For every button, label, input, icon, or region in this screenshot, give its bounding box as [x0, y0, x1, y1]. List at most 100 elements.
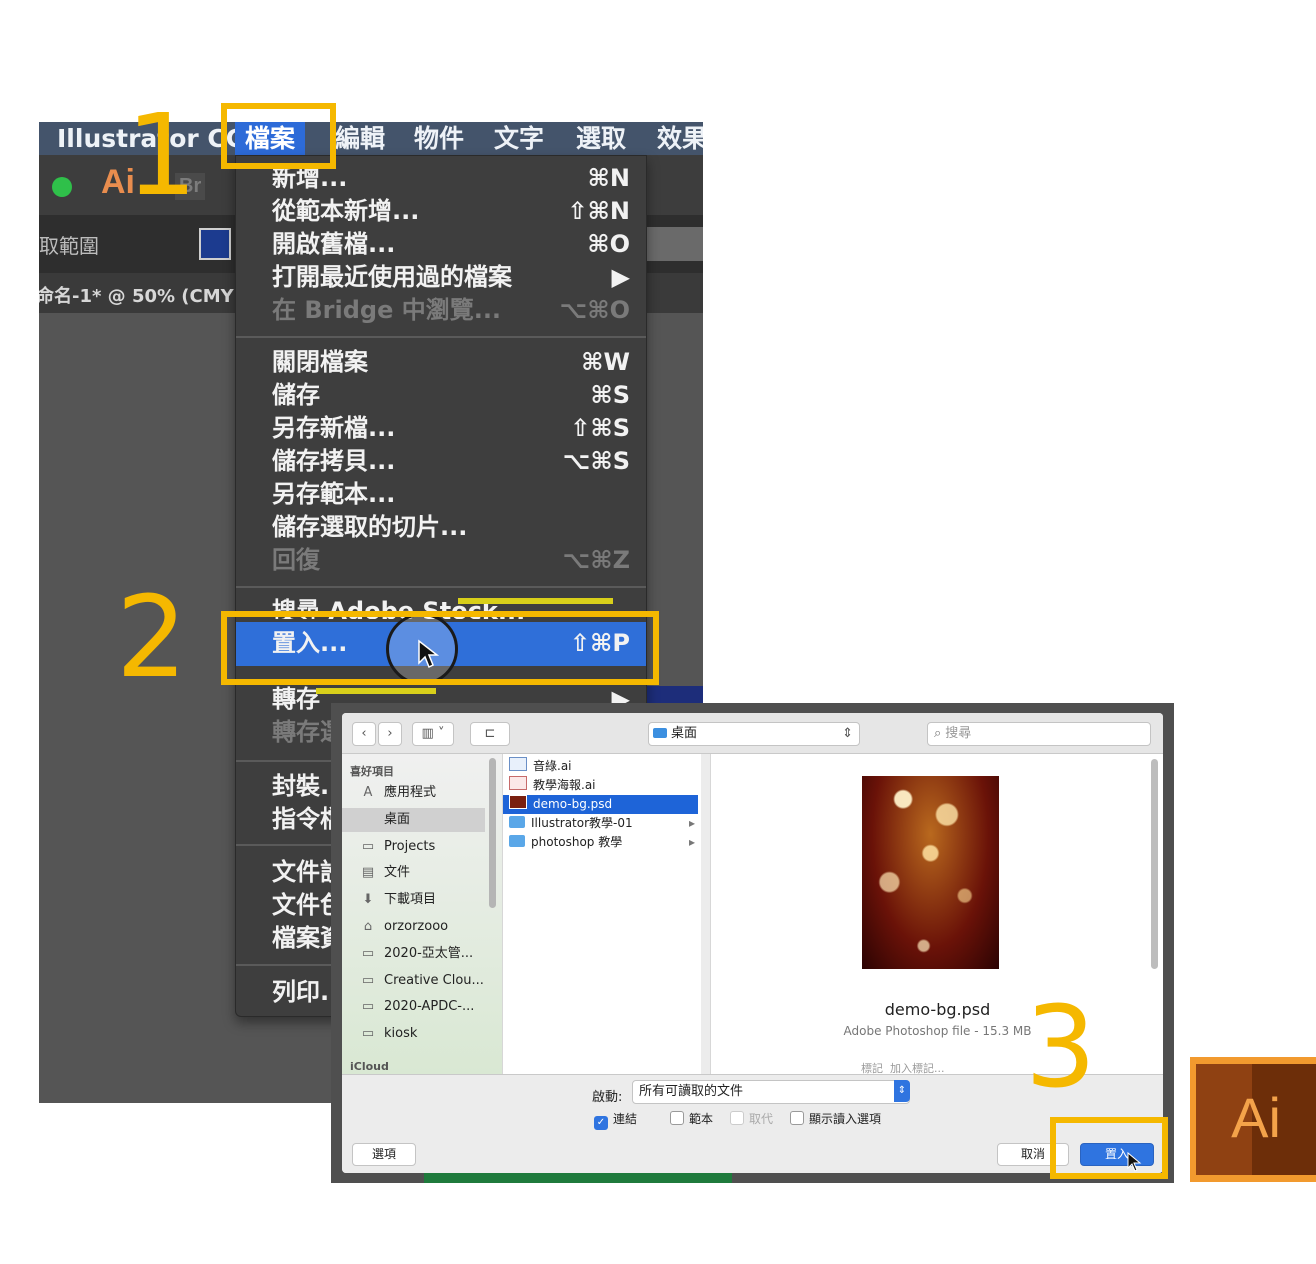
stepper-icon: ⇕: [894, 1080, 910, 1102]
menu-item-label: 在 Bridge 中瀏覽...: [272, 296, 502, 324]
file-item-selected[interactable]: demo-bg.psd: [503, 795, 698, 814]
sidebar-item-downloads[interactable]: ⬇ 下載項目: [358, 888, 488, 912]
menu-item-label: 儲存拷貝...: [272, 447, 396, 475]
sidebar-item-label: 下載項目: [384, 892, 437, 907]
control-field[interactable]: [645, 227, 703, 261]
shortcut: ⌥⌘S: [562, 447, 630, 475]
shortcut: ⌘W: [581, 348, 630, 376]
location-value: 桌面: [671, 726, 698, 741]
checkbox-template[interactable]: 範本: [670, 1110, 713, 1127]
folder-icon: ▭: [361, 839, 375, 854]
menu-separator: [236, 586, 646, 588]
menu-item-save-template[interactable]: 另存範本...: [272, 478, 634, 511]
new-folder-button[interactable]: ⊏: [470, 722, 510, 746]
chevron-right-icon: ▸: [688, 816, 695, 830]
view-mode-button[interactable]: ▥ ˅: [412, 722, 454, 746]
folder-item[interactable]: Illustrator教學-01 ▸: [509, 814, 695, 833]
checkbox-box: [730, 1111, 744, 1125]
document-tab[interactable]: 命名-1* @ 50% (CMYK: [39, 282, 248, 308]
menu-item-close[interactable]: 關閉檔案 ⌘W: [272, 346, 634, 379]
window-zoom-button[interactable]: [52, 177, 72, 197]
sidebar-item-folder-apac[interactable]: ▭ 2020-亞太管...: [358, 942, 488, 966]
menu-object[interactable]: 物件: [414, 122, 464, 155]
dialog-toolbar: ‹ › ▥ ˅ ⊏ 桌面 ⇕ ⌕ 搜尋: [342, 713, 1163, 754]
psd-file-icon: [509, 795, 527, 809]
checkbox-show-import-options[interactable]: 顯示讀入選項: [790, 1110, 881, 1127]
search-input[interactable]: ⌕ 搜尋: [927, 722, 1151, 746]
preview-scrollbar[interactable]: [1151, 759, 1158, 969]
forward-button[interactable]: ›: [378, 722, 402, 746]
sidebar-item-home[interactable]: ⌂ orzorzooo: [358, 915, 488, 939]
back-button[interactable]: ‹: [352, 722, 376, 746]
location-select[interactable]: 桌面 ⇕: [648, 722, 860, 746]
sidebar-item-folder-apdc[interactable]: ▭ 2020-APDC-...: [358, 995, 488, 1019]
file-item[interactable]: 教學海報.ai: [509, 776, 695, 795]
chevron-right-icon: ▸: [688, 835, 695, 849]
logo-text: Ai: [1231, 1086, 1281, 1149]
menu-select[interactable]: 選取: [576, 122, 626, 155]
file-name: 教學海報.ai: [533, 778, 596, 792]
shortcut: ⌘O: [587, 230, 630, 258]
folder-icon: ▭: [361, 1026, 375, 1041]
menu-effect[interactable]: 效果: [657, 122, 703, 155]
stepper-icon: ⇕: [842, 726, 853, 741]
highlight-underline: [458, 598, 613, 604]
applications-icon: A: [363, 785, 373, 800]
options-button[interactable]: 選項: [352, 1143, 416, 1166]
menu-item-label: 打開最近使用過的檔案: [272, 263, 512, 291]
sidebar-item-label: 應用程式: [384, 785, 437, 800]
sidebar-item-kiosk[interactable]: ▭ kiosk: [358, 1022, 488, 1046]
menu-item-save[interactable]: 儲存 ⌘S: [272, 379, 634, 412]
submenu-arrow-icon: ▶: [611, 263, 630, 291]
ai-file-icon: [509, 776, 527, 790]
file-name: Illustrator教學-01: [531, 816, 633, 830]
checkbox-label: 範本: [689, 1112, 714, 1126]
file-name: demo-bg.psd: [533, 797, 613, 811]
sidebar-scrollbar[interactable]: [489, 758, 496, 908]
enable-filter-select[interactable]: 所有可讀取的文件 ⇕: [632, 1080, 910, 1104]
menu-item-label: 另存範本...: [272, 480, 396, 508]
sidebar-item-label: orzorzooo: [384, 919, 449, 934]
shortcut: ⌘S: [590, 381, 630, 409]
menu-edit[interactable]: 編輯: [335, 122, 385, 155]
menu-item-label: 回復: [272, 546, 320, 574]
menu-item-revert: 回復 ⌥⌘Z: [272, 544, 634, 577]
menu-item-label: 開啟舊檔...: [272, 230, 396, 258]
file-item[interactable]: 音綠.ai: [509, 757, 695, 776]
folder-item[interactable]: photoshop 教學 ▸: [509, 833, 695, 852]
menu-item-open[interactable]: 開啟舊檔... ⌘O: [272, 228, 634, 261]
sidebar-item-projects[interactable]: ▭ Projects: [358, 835, 488, 859]
new-folder-icon: ⊏: [484, 726, 496, 741]
step2-highlight-box: [221, 611, 659, 685]
shortcut: ⌥⌘O: [559, 296, 630, 324]
ai-file-icon: [509, 757, 527, 771]
checkmark-icon: ✓: [594, 1116, 608, 1130]
menu-item-new-from-template[interactable]: 從範本新增... ⇧⌘N: [272, 195, 634, 228]
icloud-header: iCloud: [350, 1060, 389, 1073]
sidebar-item-label: kiosk: [384, 1026, 418, 1041]
menu-item-save-copy[interactable]: 儲存拷貝... ⌥⌘S: [272, 445, 634, 478]
sidebar-item-creative-cloud[interactable]: ▭ Creative Clou...: [358, 969, 488, 993]
checkbox-replace: 取代: [730, 1110, 773, 1127]
sidebar-item-label: 文件: [384, 865, 411, 880]
menu-item-open-recent[interactable]: 打開最近使用過的檔案 ▶: [272, 261, 634, 294]
download-icon: ⬇: [362, 892, 374, 907]
menu-item-save-as[interactable]: 另存新檔... ⇧⌘S: [272, 412, 634, 445]
folder-icon: ▭: [361, 973, 375, 988]
column-view-icon: ▥ ˅: [421, 726, 445, 741]
menu-type[interactable]: 文字: [494, 122, 544, 155]
checkbox-link[interactable]: ✓ 連結: [594, 1110, 637, 1130]
sidebar-item-applications[interactable]: A 應用程式: [358, 781, 488, 805]
sidebar-item-documents[interactable]: ▤ 文件: [358, 861, 488, 885]
folder-icon: ▭: [361, 946, 375, 961]
sidebar-item-label: Projects: [384, 839, 436, 854]
file-list: 音綠.ai 教學海報.ai demo-bg.psd Illustrator教學-…: [502, 754, 701, 1074]
sidebar-item-desktop[interactable]: 桌面: [358, 808, 488, 832]
step3-number: 3: [1025, 983, 1097, 1113]
chevron-left-icon: ‹: [361, 726, 367, 741]
menu-item-save-slices[interactable]: 儲存選取的切片...: [272, 511, 634, 544]
step1-number: 1: [126, 91, 198, 221]
menu-item-label: 儲存: [272, 381, 320, 409]
fill-color-swatch[interactable]: [199, 228, 231, 260]
chevron-right-icon: ›: [387, 726, 393, 741]
